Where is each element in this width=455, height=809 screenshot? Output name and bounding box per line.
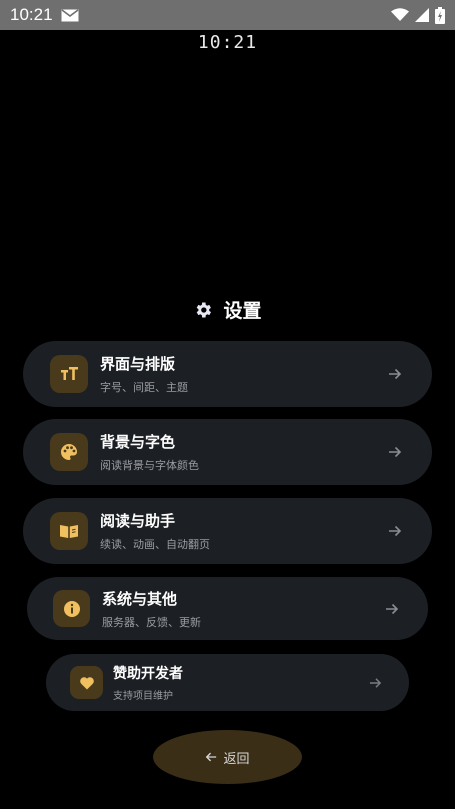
status-bar: 10:21 (0, 0, 455, 30)
arrow-left-icon (206, 752, 217, 762)
card-subtitle: 阅读背景与字体颜色 (100, 459, 199, 472)
card-text: 背景与字色 阅读背景与字体颜色 (100, 431, 199, 473)
page-title: 设置 (223, 300, 262, 322)
card-text: 赞助开发者 支持项目维护 (113, 663, 183, 702)
menu-item-system[interactable]: 系统与其他 服务器、反馈、更新 (27, 577, 428, 640)
arrow-right-icon (389, 368, 402, 380)
menu-item-colors[interactable]: 背景与字色 阅读背景与字体颜色 (23, 419, 432, 485)
menu-item-donate[interactable]: 赞助开发者 支持项目维护 (46, 654, 409, 711)
battery-icon (435, 6, 445, 24)
card-icon-box (50, 355, 88, 393)
back-button-label: 返回 (223, 751, 250, 767)
card-title: 系统与其他 (102, 589, 178, 608)
card-subtitle: 字号、间距、主题 (100, 381, 188, 394)
card-title: 阅读与助手 (100, 512, 176, 530)
card-icon-box (50, 433, 88, 471)
status-time: 10:21 (10, 5, 53, 24)
arrow-right-icon (389, 525, 402, 537)
settings-header: 设置 (0, 296, 455, 323)
gear-icon (197, 302, 212, 317)
card-title: 界面与排版 (100, 355, 176, 373)
card-icon-box (53, 590, 90, 627)
menu-item-layout[interactable]: 界面与排版 字号、间距、主题 (23, 341, 432, 407)
card-title: 背景与字色 (100, 433, 176, 451)
book-icon (60, 525, 78, 538)
back-button[interactable]: 返回 (153, 730, 302, 784)
card-icon-box (50, 512, 88, 550)
heart-icon (79, 676, 94, 689)
signal-icon (415, 8, 429, 22)
palette-icon (61, 444, 77, 460)
arrow-right-icon (369, 677, 382, 688)
arrow-right-icon (386, 603, 399, 614)
card-title: 赞助开发者 (113, 666, 183, 682)
menu-item-reading[interactable]: 阅读与助手 续读、动画、自动翻页 (23, 498, 432, 564)
card-text: 阅读与助手 续读、动画、自动翻页 (100, 510, 210, 552)
mail-icon (61, 8, 79, 21)
text-size-icon (61, 367, 78, 380)
card-text: 系统与其他 服务器、反馈、更新 (102, 588, 201, 630)
card-subtitle: 支持项目维护 (113, 691, 173, 702)
clock-display: 10:21 (197, 32, 258, 53)
status-icons (391, 6, 445, 24)
card-subtitle: 续读、动画、自动翻页 (100, 538, 210, 551)
wifi-icon (391, 8, 409, 21)
card-text: 界面与排版 字号、间距、主题 (100, 353, 188, 395)
card-icon-box (70, 666, 103, 699)
arrow-right-icon (389, 446, 402, 458)
card-subtitle: 服务器、反馈、更新 (102, 615, 201, 629)
info-icon (63, 600, 80, 617)
